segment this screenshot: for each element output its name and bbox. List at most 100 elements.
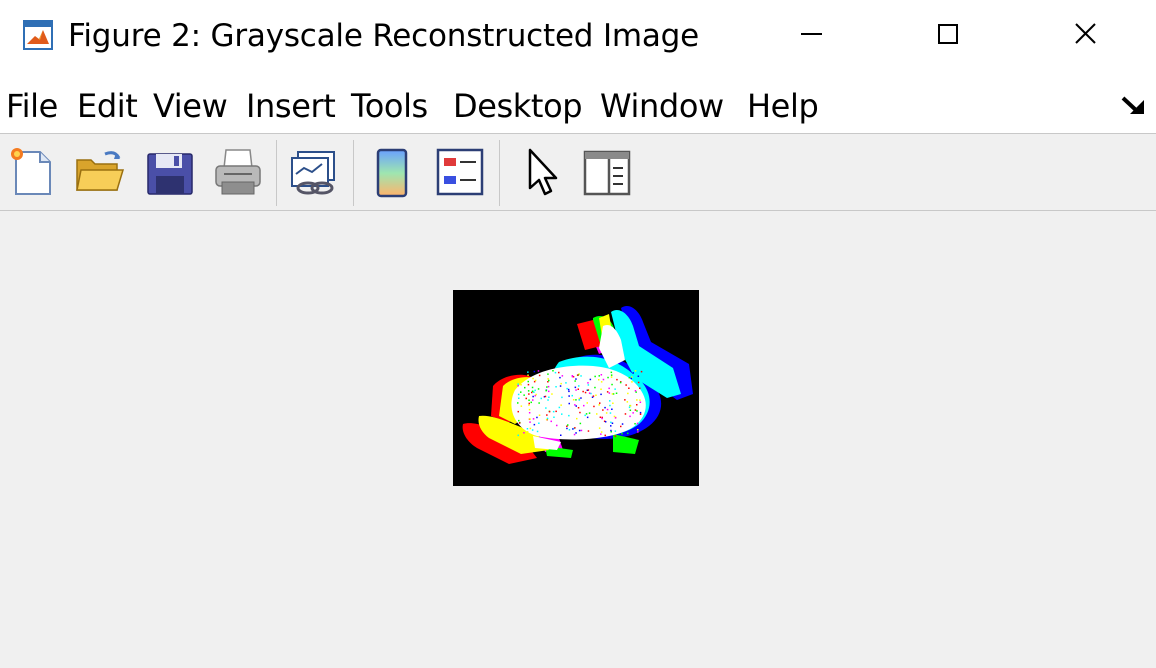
- noise-speckle: [556, 424, 558, 427]
- link-plot-button[interactable]: [286, 144, 342, 200]
- noise-speckle: [639, 399, 641, 401]
- noise-speckle: [639, 401, 642, 403]
- noise-speckle: [517, 385, 519, 387]
- maximize-button[interactable]: [880, 0, 1018, 68]
- noise-speckle: [587, 384, 590, 386]
- noise-speckle: [558, 371, 560, 374]
- noise-speckle: [640, 426, 642, 428]
- pointer-arrow-icon: [528, 148, 558, 196]
- noise-speckle: [621, 423, 624, 425]
- noise-speckle: [553, 416, 555, 418]
- menu-edit[interactable]: Edit: [77, 86, 138, 126]
- menu-view[interactable]: View: [153, 86, 228, 126]
- noise-speckle: [587, 382, 589, 384]
- dock-arrow-icon[interactable]: [1120, 92, 1150, 120]
- noise-speckle: [528, 399, 530, 401]
- folder-open-icon: [76, 151, 125, 191]
- new-figure-button[interactable]: [4, 144, 60, 200]
- menu-desktop[interactable]: Desktop: [453, 86, 583, 126]
- noise-speckle: [561, 396, 563, 399]
- menu-window[interactable]: Window: [600, 86, 724, 126]
- menu-tools[interactable]: Tools: [351, 86, 428, 126]
- menu-insert[interactable]: Insert: [246, 86, 336, 126]
- noise-speckle: [611, 383, 613, 386]
- noise-speckle: [536, 430, 539, 433]
- noise-speckle: [632, 412, 634, 414]
- noise-speckle: [531, 386, 534, 389]
- noise-speckle: [534, 379, 537, 382]
- noise-speckle: [600, 381, 603, 383]
- noise-speckle: [636, 410, 638, 412]
- menu-file[interactable]: File: [6, 86, 58, 126]
- noise-speckle: [558, 406, 561, 409]
- figure-toolbar: [0, 134, 1156, 211]
- floppy-disk-icon: [147, 153, 193, 195]
- noise-speckle: [630, 377, 632, 380]
- minimize-button[interactable]: [742, 0, 880, 68]
- noise-speckle: [575, 389, 577, 391]
- noise-speckle: [598, 375, 600, 377]
- toolbar-separator: [353, 140, 354, 206]
- noise-speckle: [612, 402, 614, 404]
- close-button[interactable]: [1018, 0, 1156, 68]
- insert-colorbar-button[interactable]: [364, 144, 420, 200]
- image-axes[interactable]: [453, 290, 699, 486]
- noise-speckle: [545, 389, 547, 392]
- toolbar-separator: [499, 140, 500, 206]
- noise-speckle: [518, 419, 520, 422]
- noise-speckle: [552, 370, 554, 372]
- noise-speckle: [547, 378, 549, 380]
- noise-speckle: [529, 427, 532, 430]
- noise-speckle: [637, 431, 639, 433]
- noise-speckle: [527, 390, 530, 392]
- noise-speckle: [547, 373, 549, 375]
- insert-legend-button[interactable]: [432, 144, 488, 200]
- noise-speckle: [579, 411, 581, 414]
- noise-speckle: [574, 404, 576, 406]
- noise-speckle: [538, 402, 540, 404]
- noise-speckle: [634, 390, 637, 392]
- noise-speckle: [550, 420, 552, 423]
- noise-speckle: [565, 382, 567, 384]
- noise-speckle: [584, 391, 587, 394]
- noise-speckle: [632, 372, 634, 374]
- noise-speckle: [598, 379, 600, 381]
- noise-speckle: [520, 384, 522, 386]
- print-figure-button[interactable]: [210, 144, 266, 200]
- noise-speckle: [637, 381, 640, 384]
- noise-speckle: [608, 392, 611, 394]
- noise-speckle: [636, 399, 638, 401]
- noise-speckle: [518, 422, 521, 424]
- noise-speckle: [593, 405, 595, 408]
- noise-speckle: [578, 397, 581, 400]
- noise-speckle: [610, 421, 612, 424]
- noise-speckle: [533, 423, 536, 426]
- open-file-button[interactable]: [71, 144, 127, 200]
- edit-plot-button[interactable]: [514, 144, 570, 200]
- new-file-icon: [11, 148, 51, 195]
- noise-speckle: [544, 395, 547, 398]
- noise-speckle: [595, 394, 597, 396]
- noise-speckle: [606, 391, 609, 393]
- noise-speckle: [527, 374, 529, 376]
- noise-speckle: [567, 388, 570, 391]
- noise-speckle: [534, 389, 536, 392]
- noise-speckle: [532, 377, 534, 380]
- noise-speckle: [580, 397, 582, 399]
- noise-speckle: [629, 405, 632, 407]
- noise-speckle: [517, 410, 519, 413]
- noise-speckle: [577, 407, 580, 409]
- noise-speckle: [610, 376, 613, 378]
- noise-speckle: [576, 417, 578, 420]
- noise-speckle: [582, 390, 584, 393]
- colorbar-icon: [376, 148, 408, 198]
- noise-speckle: [578, 429, 581, 432]
- noise-speckle: [600, 393, 602, 396]
- noise-speckle: [568, 395, 570, 397]
- menu-help[interactable]: Help: [747, 86, 819, 126]
- noise-speckle: [587, 389, 590, 391]
- property-inspector-button[interactable]: [579, 144, 635, 200]
- noise-speckle: [547, 399, 549, 401]
- save-figure-button[interactable]: [142, 144, 198, 200]
- noise-speckle: [621, 433, 623, 435]
